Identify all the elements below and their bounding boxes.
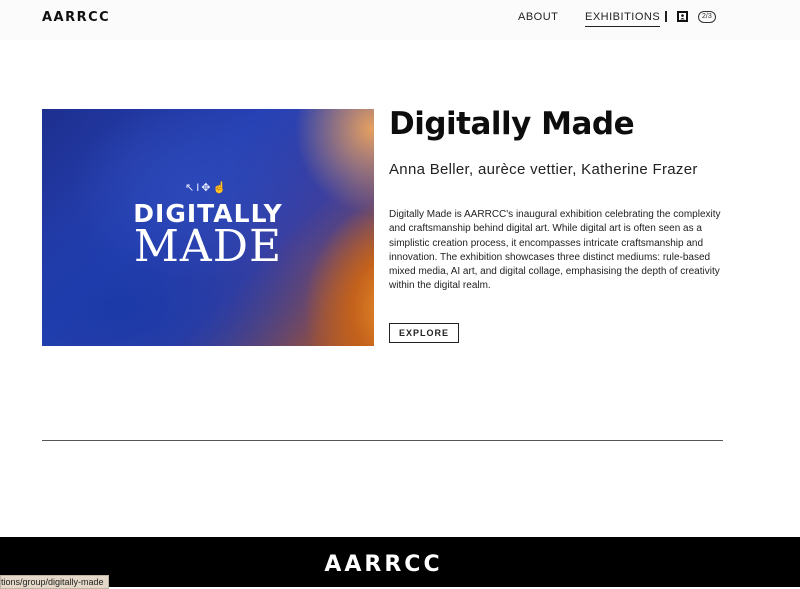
exhibition-description: Digitally Made is AARRCC's inaugural exh… [389,209,721,292]
cover-title-line2: MADE [133,221,283,272]
page-indicator-badge[interactable]: 2/3 [698,11,716,23]
contact-card-icon[interactable] [677,11,688,22]
cursor-tools-graphic: ↖I✥☝ [185,182,229,194]
exhibition-cover-image[interactable]: ↖I✥☝ DIGITALLY MADE [42,109,374,346]
exhibition-artists: Anna Beller, aurèce vettier, Katherine F… [389,161,698,178]
site-footer: AARRCC [0,537,800,587]
nav-exhibitions-link[interactable]: EXHIBITIONS [585,11,661,27]
footer-logo[interactable]: AARRCC [0,552,767,577]
site-logo[interactable]: AARRCC [42,10,110,25]
section-divider [42,440,723,441]
exhibition-title: Digitally Made [389,106,635,142]
explore-button[interactable]: EXPLORE [389,323,459,343]
nav-separator [665,11,667,22]
nav-about-link[interactable]: ABOUT [518,11,558,23]
site-header: AARRCC ABOUT EXHIBITIONS 2/3 [0,0,800,40]
